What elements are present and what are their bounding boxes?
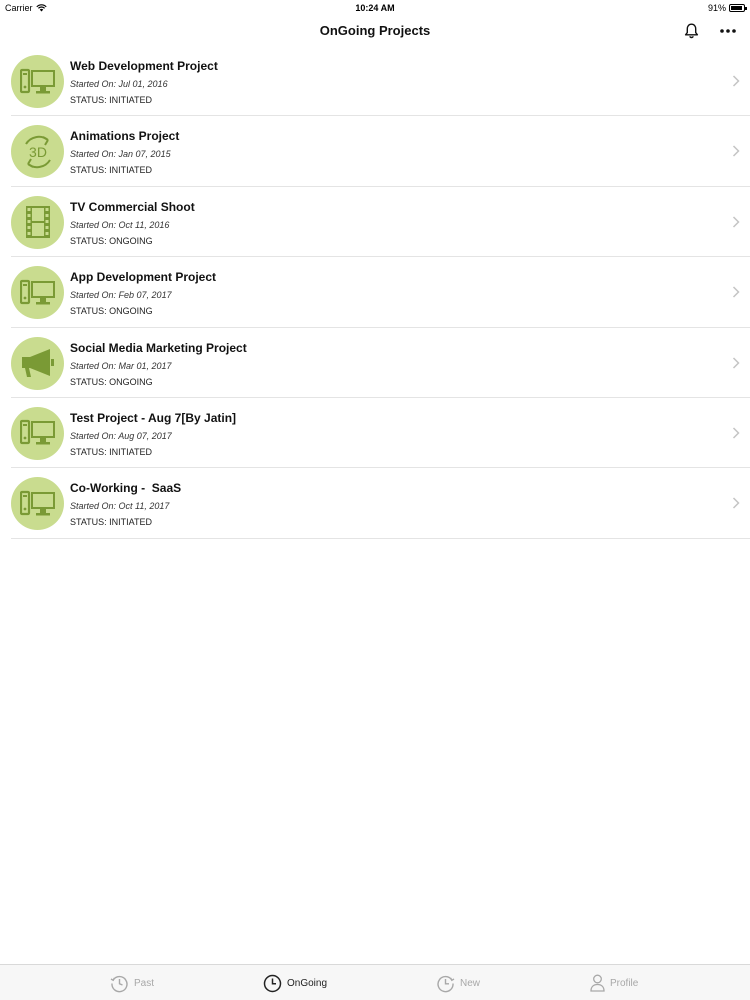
chevron-right-icon — [732, 357, 740, 369]
project-name: Social Media Marketing Project — [70, 340, 247, 355]
battery-percent: 91% — [707, 3, 726, 13]
project-status: STATUS: INITIATED — [70, 165, 153, 176]
person-icon — [590, 974, 605, 992]
project-row-co-working[interactable]: Co-Working - SaaS Started On: Oct 11, 20… — [0, 468, 750, 540]
3d-rotate-icon: 3D — [11, 125, 64, 179]
clock-time: 10:24 AM — [355, 3, 395, 13]
project-start-date: Started On: Feb 07, 2017 — [70, 290, 172, 300]
clock-forward-icon — [437, 975, 455, 992]
project-start-date: Started On: Jul 01, 2016 — [70, 79, 168, 89]
start-date-value: Feb 07, 2017 — [118, 290, 172, 301]
project-row-test-project[interactable]: Test Project - Aug 7[By Jatin] Started O… — [0, 398, 750, 469]
tab-bar: Past OnGoing New Profile — [0, 964, 750, 1000]
tab-new[interactable]: New — [436, 965, 480, 1000]
tab-label: New — [460, 977, 481, 989]
project-start-date: Started On: Oct 11, 2016 — [70, 220, 169, 230]
desktop-computer-icon — [11, 266, 64, 320]
project-name: App Development Project — [70, 270, 217, 285]
project-status: STATUS: INITIATED — [70, 95, 153, 105]
history-clock-icon — [110, 975, 128, 992]
project-row-app-development[interactable]: App Development Project Started On: Feb … — [0, 257, 750, 328]
project-start-date: Started On: Jan 07, 2015 — [70, 149, 171, 159]
start-date-value: Jan 07, 2015 — [118, 149, 171, 160]
start-date-label: Started On: — [70, 501, 119, 512]
project-status: STATUS: ONGOING — [70, 235, 153, 246]
navigation-bar: OnGoing Projects — [0, 16, 750, 46]
chevron-right-icon — [732, 145, 740, 157]
chevron-right-icon — [732, 75, 740, 87]
start-date-label: Started On: — [70, 219, 119, 230]
clock-icon — [263, 974, 282, 992]
chevron-right-icon — [732, 427, 740, 439]
project-status: STATUS: INITIATED — [70, 446, 153, 457]
project-row-web-development[interactable]: Web Development Project Started On: Jul … — [0, 46, 750, 117]
start-date-label: Started On: — [70, 290, 119, 301]
bell-icon[interactable] — [682, 21, 700, 41]
start-date-value: Aug 07, 2017 — [118, 430, 172, 441]
desktop-computer-icon — [11, 55, 64, 108]
svg-text:3D: 3D — [29, 144, 47, 160]
project-row-tv-commercial[interactable]: TV Commercial Shoot Started On: Oct 11, … — [0, 187, 750, 258]
tab-label: Profile — [610, 977, 639, 989]
chevron-right-icon — [732, 497, 740, 509]
project-name: Animations Project — [70, 129, 180, 144]
desktop-computer-icon — [11, 477, 64, 531]
film-strip-icon — [11, 195, 64, 249]
start-date-value: Oct 11, 2016 — [118, 219, 170, 230]
megaphone-icon — [11, 336, 64, 390]
battery-indicator: 91% — [707, 3, 747, 13]
project-name: Co-Working - SaaS — [70, 481, 182, 496]
project-name: TV Commercial Shoot — [70, 199, 195, 214]
project-row-social-media[interactable]: Social Media Marketing Project Started O… — [0, 328, 750, 399]
chevron-right-icon — [732, 216, 740, 228]
project-start-date: Started On: Aug 07, 2017 — [70, 431, 172, 441]
more-horizontal-icon[interactable] — [718, 21, 738, 41]
start-date-value: Oct 11, 2017 — [118, 501, 170, 512]
project-row-animations[interactable]: 3D Animations Project Started On: Jan 07… — [0, 116, 750, 188]
tab-label: Past — [134, 977, 155, 989]
project-name: Web Development Project — [70, 59, 218, 73]
project-start-date: Started On: Mar 01, 2017 — [70, 361, 172, 371]
tab-past[interactable]: Past — [110, 965, 154, 1000]
start-date-label: Started On: — [70, 79, 119, 89]
start-date-label: Started On: — [70, 360, 119, 371]
battery-icon — [729, 4, 747, 12]
project-status: STATUS: ONGOING — [70, 376, 153, 387]
desktop-computer-icon — [11, 406, 64, 460]
chevron-right-icon — [732, 286, 740, 298]
start-date-value: Mar 01, 2017 — [118, 360, 172, 371]
start-date-label: Started On: — [70, 430, 119, 441]
start-date-value: Jul 01, 2016 — [118, 79, 168, 89]
tab-profile[interactable]: Profile — [590, 965, 638, 1000]
project-name: Test Project - Aug 7[By Jatin] — [70, 410, 237, 425]
tab-ongoing[interactable]: OnGoing — [263, 965, 327, 1000]
status-bar: Carrier 10:24 AM 91% — [0, 0, 750, 16]
project-status: STATUS: INITIATED — [70, 517, 153, 528]
tab-label: OnGoing — [287, 977, 328, 989]
start-date-label: Started On: — [70, 149, 119, 160]
page-title: OnGoing Projects — [319, 23, 431, 38]
project-start-date: Started On: Oct 11, 2017 — [70, 501, 169, 511]
project-status: STATUS: ONGOING — [70, 306, 153, 317]
project-list: Web Development Project Started On: Jul … — [0, 46, 750, 540]
